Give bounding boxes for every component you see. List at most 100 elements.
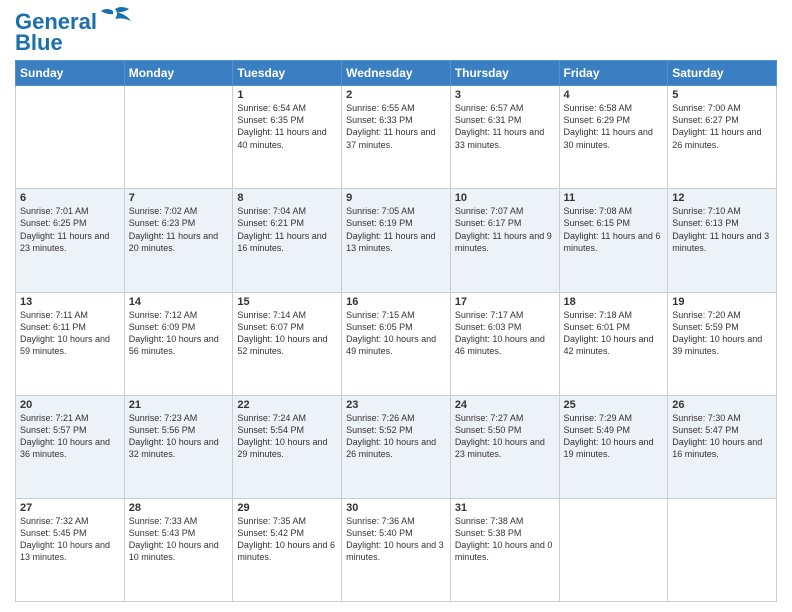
day-info: Sunrise: 7:17 AM Sunset: 6:03 PM Dayligh… <box>455 309 555 358</box>
day-info: Sunrise: 7:36 AM Sunset: 5:40 PM Dayligh… <box>346 515 446 564</box>
day-number: 16 <box>346 296 446 308</box>
calendar-cell: 17Sunrise: 7:17 AM Sunset: 6:03 PM Dayli… <box>450 292 559 395</box>
calendar-cell: 19Sunrise: 7:20 AM Sunset: 5:59 PM Dayli… <box>668 292 777 395</box>
calendar-cell: 23Sunrise: 7:26 AM Sunset: 5:52 PM Dayli… <box>342 395 451 498</box>
day-info: Sunrise: 7:05 AM Sunset: 6:19 PM Dayligh… <box>346 205 446 254</box>
day-number: 11 <box>564 192 664 204</box>
day-info: Sunrise: 6:54 AM Sunset: 6:35 PM Dayligh… <box>237 102 337 151</box>
calendar-cell: 20Sunrise: 7:21 AM Sunset: 5:57 PM Dayli… <box>16 395 125 498</box>
day-number: 5 <box>672 89 772 101</box>
calendar-cell: 16Sunrise: 7:15 AM Sunset: 6:05 PM Dayli… <box>342 292 451 395</box>
calendar-cell: 9Sunrise: 7:05 AM Sunset: 6:19 PM Daylig… <box>342 189 451 292</box>
col-header-tuesday: Tuesday <box>233 61 342 86</box>
calendar-cell: 31Sunrise: 7:38 AM Sunset: 5:38 PM Dayli… <box>450 498 559 601</box>
day-info: Sunrise: 7:20 AM Sunset: 5:59 PM Dayligh… <box>672 309 772 358</box>
calendar-cell: 1Sunrise: 6:54 AM Sunset: 6:35 PM Daylig… <box>233 86 342 189</box>
calendar-cell: 5Sunrise: 7:00 AM Sunset: 6:27 PM Daylig… <box>668 86 777 189</box>
calendar-cell: 7Sunrise: 7:02 AM Sunset: 6:23 PM Daylig… <box>124 189 233 292</box>
day-number: 27 <box>20 502 120 514</box>
calendar-cell <box>124 86 233 189</box>
calendar-cell: 10Sunrise: 7:07 AM Sunset: 6:17 PM Dayli… <box>450 189 559 292</box>
day-info: Sunrise: 7:23 AM Sunset: 5:56 PM Dayligh… <box>129 412 229 461</box>
day-number: 30 <box>346 502 446 514</box>
calendar-cell: 18Sunrise: 7:18 AM Sunset: 6:01 PM Dayli… <box>559 292 668 395</box>
day-number: 31 <box>455 502 555 514</box>
col-header-saturday: Saturday <box>668 61 777 86</box>
calendar-cell: 29Sunrise: 7:35 AM Sunset: 5:42 PM Dayli… <box>233 498 342 601</box>
calendar-cell: 3Sunrise: 6:57 AM Sunset: 6:31 PM Daylig… <box>450 86 559 189</box>
day-info: Sunrise: 7:21 AM Sunset: 5:57 PM Dayligh… <box>20 412 120 461</box>
calendar-cell: 8Sunrise: 7:04 AM Sunset: 6:21 PM Daylig… <box>233 189 342 292</box>
day-number: 15 <box>237 296 337 308</box>
calendar-week-2: 13Sunrise: 7:11 AM Sunset: 6:11 PM Dayli… <box>16 292 777 395</box>
day-number: 2 <box>346 89 446 101</box>
header: General Blue <box>15 10 777 56</box>
page: General Blue SundayMondayTuesdayWednesda… <box>0 0 792 612</box>
day-number: 8 <box>237 192 337 204</box>
day-number: 29 <box>237 502 337 514</box>
calendar-cell: 26Sunrise: 7:30 AM Sunset: 5:47 PM Dayli… <box>668 395 777 498</box>
calendar-cell <box>668 498 777 601</box>
day-number: 22 <box>237 399 337 411</box>
day-number: 21 <box>129 399 229 411</box>
day-number: 4 <box>564 89 664 101</box>
calendar-cell: 22Sunrise: 7:24 AM Sunset: 5:54 PM Dayli… <box>233 395 342 498</box>
col-header-monday: Monday <box>124 61 233 86</box>
day-info: Sunrise: 7:12 AM Sunset: 6:09 PM Dayligh… <box>129 309 229 358</box>
calendar-cell: 25Sunrise: 7:29 AM Sunset: 5:49 PM Dayli… <box>559 395 668 498</box>
calendar-cell <box>16 86 125 189</box>
calendar-cell: 24Sunrise: 7:27 AM Sunset: 5:50 PM Dayli… <box>450 395 559 498</box>
col-header-friday: Friday <box>559 61 668 86</box>
day-info: Sunrise: 7:26 AM Sunset: 5:52 PM Dayligh… <box>346 412 446 461</box>
day-info: Sunrise: 7:14 AM Sunset: 6:07 PM Dayligh… <box>237 309 337 358</box>
day-number: 17 <box>455 296 555 308</box>
day-number: 23 <box>346 399 446 411</box>
col-header-wednesday: Wednesday <box>342 61 451 86</box>
day-info: Sunrise: 6:55 AM Sunset: 6:33 PM Dayligh… <box>346 102 446 151</box>
day-info: Sunrise: 7:08 AM Sunset: 6:15 PM Dayligh… <box>564 205 664 254</box>
calendar-cell: 14Sunrise: 7:12 AM Sunset: 6:09 PM Dayli… <box>124 292 233 395</box>
day-number: 14 <box>129 296 229 308</box>
day-info: Sunrise: 7:32 AM Sunset: 5:45 PM Dayligh… <box>20 515 120 564</box>
day-number: 18 <box>564 296 664 308</box>
day-info: Sunrise: 7:15 AM Sunset: 6:05 PM Dayligh… <box>346 309 446 358</box>
calendar-cell: 12Sunrise: 7:10 AM Sunset: 6:13 PM Dayli… <box>668 189 777 292</box>
calendar-cell: 21Sunrise: 7:23 AM Sunset: 5:56 PM Dayli… <box>124 395 233 498</box>
day-number: 20 <box>20 399 120 411</box>
day-info: Sunrise: 6:58 AM Sunset: 6:29 PM Dayligh… <box>564 102 664 151</box>
calendar-cell: 30Sunrise: 7:36 AM Sunset: 5:40 PM Dayli… <box>342 498 451 601</box>
day-info: Sunrise: 7:24 AM Sunset: 5:54 PM Dayligh… <box>237 412 337 461</box>
day-number: 26 <box>672 399 772 411</box>
logo-blue: Blue <box>15 30 63 56</box>
day-number: 6 <box>20 192 120 204</box>
day-number: 9 <box>346 192 446 204</box>
calendar-week-0: 1Sunrise: 6:54 AM Sunset: 6:35 PM Daylig… <box>16 86 777 189</box>
day-number: 24 <box>455 399 555 411</box>
day-info: Sunrise: 6:57 AM Sunset: 6:31 PM Dayligh… <box>455 102 555 151</box>
day-info: Sunrise: 7:38 AM Sunset: 5:38 PM Dayligh… <box>455 515 555 564</box>
day-info: Sunrise: 7:10 AM Sunset: 6:13 PM Dayligh… <box>672 205 772 254</box>
col-header-thursday: Thursday <box>450 61 559 86</box>
day-info: Sunrise: 7:33 AM Sunset: 5:43 PM Dayligh… <box>129 515 229 564</box>
calendar-cell: 13Sunrise: 7:11 AM Sunset: 6:11 PM Dayli… <box>16 292 125 395</box>
day-info: Sunrise: 7:02 AM Sunset: 6:23 PM Dayligh… <box>129 205 229 254</box>
day-number: 19 <box>672 296 772 308</box>
day-info: Sunrise: 7:27 AM Sunset: 5:50 PM Dayligh… <box>455 412 555 461</box>
calendar-header-row: SundayMondayTuesdayWednesdayThursdayFrid… <box>16 61 777 86</box>
day-info: Sunrise: 7:29 AM Sunset: 5:49 PM Dayligh… <box>564 412 664 461</box>
calendar-cell: 11Sunrise: 7:08 AM Sunset: 6:15 PM Dayli… <box>559 189 668 292</box>
day-info: Sunrise: 7:00 AM Sunset: 6:27 PM Dayligh… <box>672 102 772 151</box>
calendar-week-4: 27Sunrise: 7:32 AM Sunset: 5:45 PM Dayli… <box>16 498 777 601</box>
day-info: Sunrise: 7:35 AM Sunset: 5:42 PM Dayligh… <box>237 515 337 564</box>
day-number: 7 <box>129 192 229 204</box>
day-number: 12 <box>672 192 772 204</box>
logo: General Blue <box>15 10 131 56</box>
day-number: 1 <box>237 89 337 101</box>
day-info: Sunrise: 7:07 AM Sunset: 6:17 PM Dayligh… <box>455 205 555 254</box>
calendar-week-3: 20Sunrise: 7:21 AM Sunset: 5:57 PM Dayli… <box>16 395 777 498</box>
day-number: 13 <box>20 296 120 308</box>
day-info: Sunrise: 7:01 AM Sunset: 6:25 PM Dayligh… <box>20 205 120 254</box>
calendar-week-1: 6Sunrise: 7:01 AM Sunset: 6:25 PM Daylig… <box>16 189 777 292</box>
calendar-cell: 27Sunrise: 7:32 AM Sunset: 5:45 PM Dayli… <box>16 498 125 601</box>
logo-bird-icon <box>99 7 131 29</box>
